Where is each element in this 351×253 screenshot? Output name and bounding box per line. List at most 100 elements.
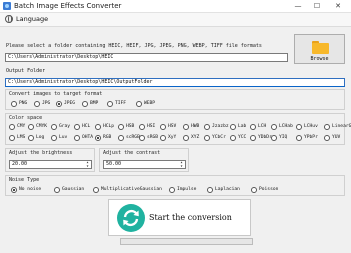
radio-label: Laplacian — [215, 187, 240, 192]
radio-circle-icon[interactable] — [95, 124, 101, 130]
radio-circle-icon[interactable] — [56, 101, 62, 107]
language-menu[interactable]: Language — [16, 15, 48, 24]
radio-circle-icon[interactable] — [271, 135, 277, 141]
radio-circle-icon[interactable] — [250, 135, 256, 141]
radio-circle-icon[interactable] — [324, 124, 330, 130]
radio-circle-icon[interactable] — [51, 135, 57, 141]
app-icon — [3, 2, 11, 10]
minimize-button[interactable]: — — [290, 0, 306, 12]
radio-circle-icon[interactable] — [107, 101, 113, 107]
brightness-spinbox[interactable]: 20.00 ▲ ▼ — [9, 160, 92, 169]
browse-button[interactable]: Browse — [294, 34, 345, 64]
radio-circle-icon[interactable] — [296, 124, 302, 130]
radio-circle-icon[interactable] — [230, 135, 236, 141]
radio-circle-icon[interactable] — [118, 124, 124, 130]
window-title: Batch Image Effects Converter — [14, 2, 122, 10]
radio-label: WEBP — [144, 101, 156, 106]
radio-label: JPEG — [64, 101, 76, 106]
radio-circle-icon[interactable] — [28, 124, 34, 130]
radio-circle-icon[interactable] — [230, 124, 236, 130]
noise-type-group: Noise Type No noise Gaussian Multiplicativ… — [5, 175, 345, 196]
radio-circle-icon[interactable] — [183, 124, 189, 130]
radio-label: HSI — [147, 124, 156, 129]
radio-circle-icon[interactable] — [324, 135, 330, 141]
radio-circle-icon[interactable] — [204, 135, 210, 141]
radio-circle-icon[interactable] — [183, 135, 189, 141]
radio-label: XyY — [168, 135, 177, 140]
radio-label: JPG — [42, 101, 51, 106]
radio-circle-icon[interactable] — [74, 124, 80, 130]
spin-arrows-icon[interactable]: ▲ ▼ — [179, 160, 184, 168]
radio-label: XYZ — [191, 135, 200, 140]
radio-label: YIQ — [279, 135, 288, 140]
radio-circle-icon[interactable] — [136, 101, 142, 107]
radio-circle-icon[interactable] — [9, 135, 15, 141]
radio-circle-icon[interactable] — [139, 124, 145, 130]
menu-bar: Language — [0, 13, 351, 27]
radio-circle-icon[interactable] — [118, 135, 124, 141]
radio-circle-icon[interactable] — [54, 187, 60, 193]
radio-label: Gaussian — [62, 187, 85, 192]
radio-circle-icon[interactable] — [204, 124, 210, 130]
radio-label: Log — [36, 135, 45, 140]
radio-label: YUV — [332, 135, 341, 140]
color-space-group: Color space CMY CMYK Gray HCL HCLp HSB HSI HSV H… — [5, 113, 351, 145]
radio-circle-icon[interactable] — [34, 101, 40, 107]
radio-circle-icon[interactable] — [251, 187, 257, 193]
target-format-group: Convert images to target format PNG JPG JP… — [5, 89, 345, 110]
start-conversion-label: Start the conversion — [149, 213, 232, 222]
radio-circle-icon[interactable] — [169, 187, 175, 193]
radio-label: LCHab — [279, 124, 293, 129]
maximize-button[interactable]: ☐ — [309, 0, 325, 12]
browse-label: Browse — [310, 56, 329, 62]
radio-circle-icon[interactable] — [11, 101, 17, 107]
target-format-label: Convert images to target format — [9, 91, 103, 97]
radio-label: HWB — [191, 124, 200, 129]
radio-label: sRGB — [147, 135, 159, 140]
brightness-label: Adjust the brightness — [9, 150, 73, 156]
radio-circle-icon[interactable] — [271, 124, 277, 130]
radio-circle-icon[interactable] — [74, 135, 80, 141]
globe-icon — [5, 15, 13, 23]
spin-arrows-icon[interactable]: ▲ ▼ — [85, 160, 90, 168]
radio-label: OHTA — [82, 135, 94, 140]
noise-type-label: Noise Type — [9, 177, 40, 183]
radio-circle-icon[interactable] — [160, 124, 166, 130]
radio-label: LCH — [258, 124, 267, 129]
radio-label: BMP — [90, 101, 99, 106]
contrast-spinbox[interactable]: 50.00 ▲ ▼ — [103, 160, 186, 169]
radio-label: HSB — [126, 124, 135, 129]
folder-icon — [312, 41, 329, 54]
brightness-value: 20.00 — [12, 161, 28, 167]
radio-label: CMY — [17, 124, 26, 129]
output-folder-field[interactable]: C:\Users\Administrator\Desktop\HEIC\Outp… — [5, 78, 345, 87]
radio-label: CMYK — [36, 124, 48, 129]
brightness-group: Adjust the brightness 20.00 ▲ ▼ — [5, 148, 95, 172]
radio-circle-icon[interactable] — [9, 124, 15, 130]
radio-label: HCLp — [103, 124, 115, 129]
radio-label: YDbDr — [258, 135, 272, 140]
radio-circle-icon[interactable] — [82, 101, 88, 107]
radio-circle-icon[interactable] — [51, 124, 57, 130]
radio-circle-icon[interactable] — [93, 187, 99, 193]
radio-label: No noise — [19, 187, 42, 192]
input-folder-field[interactable]: C:\Users\Administrator\Desktop\HEIC — [5, 53, 288, 62]
radio-label: scRGB — [126, 135, 140, 140]
radio-circle-icon[interactable] — [296, 135, 302, 141]
radio-label: Gray — [59, 124, 71, 129]
radio-label: YPbPr — [304, 135, 318, 140]
radio-label: HCL — [82, 124, 91, 129]
contrast-group: Adjust the contrast 50.00 ▲ ▼ — [99, 148, 189, 172]
radio-circle-icon[interactable] — [160, 135, 166, 141]
output-folder-label: Output Folder — [6, 68, 46, 74]
title-bar: Batch Image Effects Converter — ☐ ✕ — [0, 0, 351, 13]
radio-circle-icon[interactable] — [95, 135, 101, 141]
radio-label: YCC — [238, 135, 247, 140]
radio-circle-icon[interactable] — [250, 124, 256, 130]
close-button[interactable]: ✕ — [330, 0, 346, 12]
start-conversion-button[interactable]: Start the conversion — [108, 199, 251, 236]
radio-circle-icon[interactable] — [28, 135, 34, 141]
radio-circle-icon[interactable] — [11, 187, 17, 193]
radio-circle-icon[interactable] — [207, 187, 213, 193]
radio-circle-icon[interactable] — [139, 135, 145, 141]
